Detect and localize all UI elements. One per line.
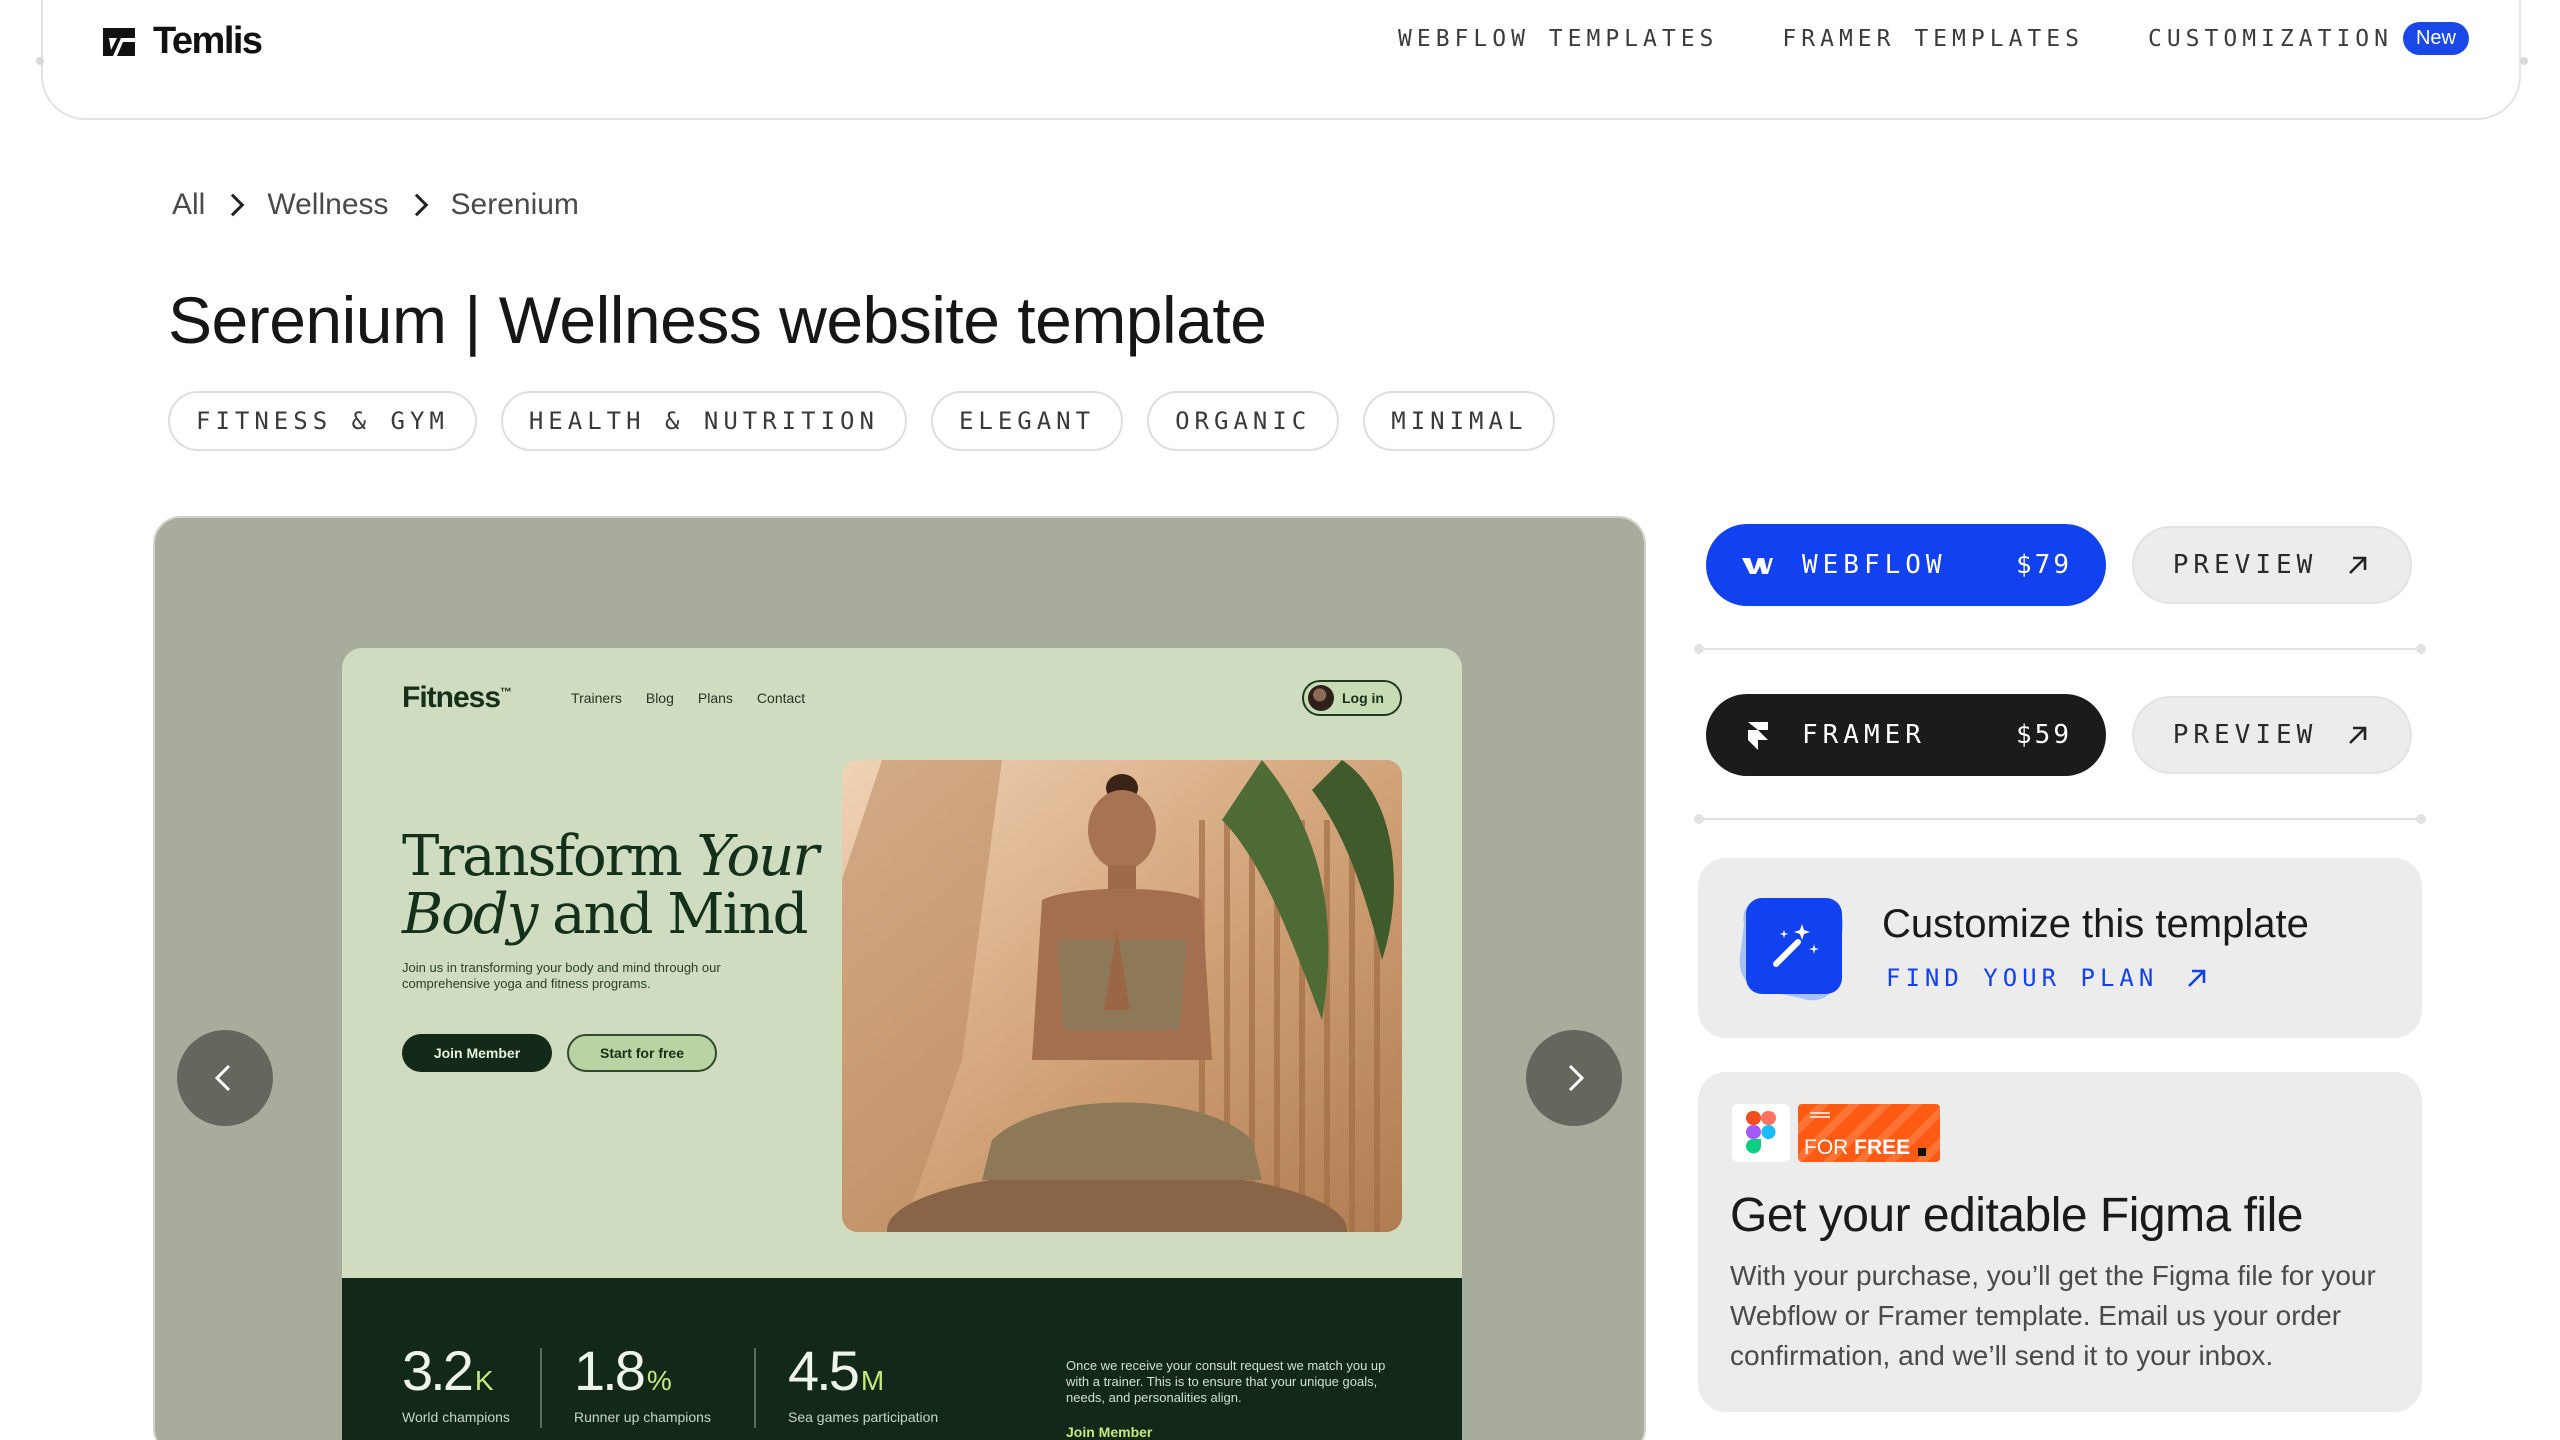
new-badge: New — [2402, 22, 2469, 55]
webflow-logo-icon — [1742, 558, 1773, 574]
preview-framer-button[interactable]: PREVIEW — [2132, 696, 2412, 774]
yoga-illustration — [842, 760, 1402, 1232]
customize-card[interactable]: Customize this template FIND YOUR PLAN — [1698, 858, 2422, 1038]
nav-framer-templates[interactable]: FRAMER TEMPLATES — [1782, 26, 2084, 52]
avatar — [1308, 685, 1334, 711]
mock-link-plans: Plans — [697, 690, 733, 706]
figma-card-body: With your purchase, you’ll get the Figma… — [1730, 1260, 2376, 1371]
figma-logo-icon — [1732, 1104, 1790, 1162]
stat-divider — [540, 1348, 542, 1428]
mock-brand: Fitness™ — [402, 681, 512, 714]
slider-next-button[interactable] — [1526, 1030, 1622, 1126]
figma-card-title: Get your editable Figma file — [1730, 1189, 2303, 1242]
breadcrumb-wellness[interactable]: Wellness — [267, 188, 388, 222]
stat-runner-up: 1.8% Runner up champions — [574, 1339, 711, 1425]
arrow-up-right-icon — [2349, 556, 2367, 574]
divider — [1694, 644, 2426, 654]
template-screenshot: Fitness™ Trainers Blog Plans Contact Log… — [342, 648, 1462, 1440]
main-nav: WEBFLOW TEMPLATES FRAMER TEMPLATES CUSTO… — [1398, 22, 2469, 55]
badge-stripes — [1810, 1112, 1830, 1118]
mock-stats-band: 3.2 K World champions 1.8% Runner up cham… — [342, 1278, 1462, 1440]
breadcrumb: All Wellness Serenium — [172, 188, 579, 222]
arrow-up-right-icon — [2188, 969, 2206, 987]
preview-webflow-button[interactable]: PREVIEW — [2132, 526, 2412, 604]
stat-sea-games: 4.5 M Sea games participation — [788, 1339, 939, 1425]
divider — [1694, 814, 2426, 824]
figma-file-card: FOR FREE Get your editable Figma file Wi… — [1698, 1072, 2422, 1412]
buy-framer-button[interactable]: FRAMER $59 — [1706, 694, 2106, 776]
webflow-purchase-row: WEBFLOW $79 PREVIEW — [1706, 524, 2412, 606]
mock-subtitle: Join us in transforming your body and mi… — [402, 960, 721, 991]
mock-link-blog: Blog — [645, 690, 674, 706]
chevron-right-icon — [222, 193, 245, 217]
tag-elegant[interactable]: ELEGANT — [930, 391, 1124, 451]
framer-purchase-row: FRAMER $59 PREVIEW — [1706, 694, 2412, 776]
for-free-badge: FOR FREE — [1798, 1104, 1940, 1162]
tag-minimal[interactable]: MINIMAL — [1363, 391, 1556, 451]
mock-link-trainers: Trainers — [571, 690, 622, 706]
template-preview-slider: Fitness™ Trainers Blog Plans Contact Log… — [153, 516, 1646, 1440]
rail-dot-right — [2520, 57, 2528, 65]
stat-world-champions: 3.2 K World champions — [402, 1339, 510, 1425]
find-your-plan-link[interactable]: FIND YOUR PLAN — [1886, 964, 2210, 992]
mock-nav-links: Trainers Blog Plans Contact — [571, 690, 805, 706]
mock-start-button: Start for free — [567, 1034, 717, 1072]
tag-fitness-gym[interactable]: FITNESS & GYM — [168, 391, 477, 451]
mock-join-link: Join Member — [1066, 1424, 1153, 1440]
yoga-photo — [842, 760, 1402, 1232]
page-title: Serenium | Wellness website template — [168, 283, 1267, 357]
mock-headline: Transform Your Body and Mind — [402, 824, 819, 947]
tag-health-nutrition[interactable]: HEALTH & NUTRITION — [500, 391, 907, 451]
slider-prev-button[interactable] — [177, 1030, 273, 1126]
stat-divider — [754, 1348, 756, 1428]
badge-square — [1918, 1148, 1926, 1156]
rail-dot-left — [36, 57, 44, 65]
brand-logo[interactable]: Temlis — [99, 20, 263, 63]
arrow-up-right-icon — [2349, 726, 2367, 744]
mock-navbar: Fitness™ Trainers Blog Plans Contact Log… — [402, 678, 1402, 718]
chevron-right-icon — [405, 193, 428, 217]
mock-note: Once we receive your consult request we … — [1066, 1358, 1386, 1405]
customize-title: Customize this template — [1882, 902, 2309, 946]
buy-webflow-button[interactable]: WEBFLOW $79 — [1706, 524, 2106, 606]
top-navigation: Temlis WEBFLOW TEMPLATES FRAMER TEMPLATE… — [41, 0, 2521, 120]
tag-list: FITNESS & GYM HEALTH & NUTRITION ELEGANT… — [168, 391, 1556, 451]
breadcrumb-current: Serenium — [450, 188, 579, 221]
mock-login-button: Log in — [1302, 680, 1402, 716]
nav-customization[interactable]: CUSTOMIZATION New — [2148, 22, 2469, 55]
tag-organic[interactable]: ORGANIC — [1147, 391, 1340, 451]
magic-wand-icon — [1732, 894, 1848, 1006]
framer-logo-icon — [1748, 722, 1768, 750]
nav-webflow-templates[interactable]: WEBFLOW TEMPLATES — [1398, 26, 1718, 52]
breadcrumb-all[interactable]: All — [172, 188, 205, 222]
mock-link-contact: Contact — [756, 690, 806, 706]
mock-join-button: Join Member — [402, 1034, 552, 1072]
temlis-logo-icon — [103, 27, 135, 56]
chevron-left-icon — [214, 1064, 231, 1092]
chevron-right-icon — [1568, 1064, 1585, 1092]
brand-name: Temlis — [153, 20, 263, 62]
